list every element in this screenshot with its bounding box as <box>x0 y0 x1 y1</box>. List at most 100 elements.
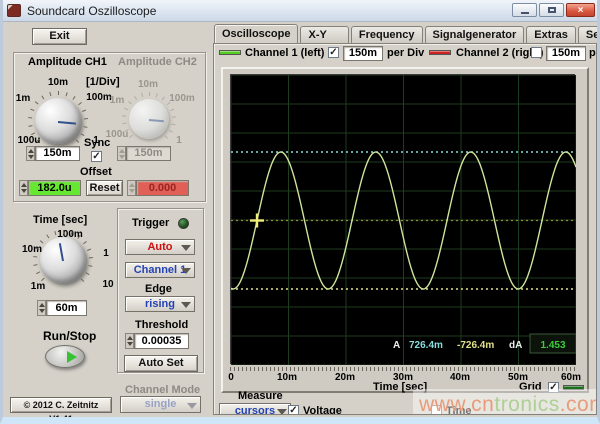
maximize-button[interactable] <box>539 3 564 17</box>
trigger-group: Trigger Auto Channel 1 Edge rising Thres… <box>117 208 204 373</box>
svg-text:726.4m: 726.4m <box>409 340 443 351</box>
channel1-per-div-value[interactable]: 150m <box>343 46 383 61</box>
x-tick-20m: 20m <box>335 372 355 383</box>
knob-label-1: 1 <box>99 248 113 259</box>
chevron-down-icon <box>181 268 191 274</box>
auto-set-button[interactable]: Auto Set <box>124 355 198 372</box>
offset-ch1-value[interactable]: 182.0u <box>28 180 81 196</box>
offset-label: Offset <box>80 166 112 178</box>
knob-label-1m: 1m <box>25 281 51 292</box>
measure-selector-value: cursors <box>235 405 275 415</box>
tab-signalgenerator[interactable]: Signalgenerator <box>425 26 525 43</box>
amplitude-ch2-title: Amplitude CH2 <box>118 56 197 68</box>
voltage-label: Voltage <box>303 405 342 415</box>
measure-selector-dropdown[interactable]: cursors <box>219 403 291 415</box>
edge-label: Edge <box>145 283 172 295</box>
channel2-per-div-value[interactable]: 150m <box>546 46 586 61</box>
waveform-canvas: A 726.4m -726.4m dA 1.453 <box>231 75 576 365</box>
watermark-text: www.cn <box>419 393 494 415</box>
amplitude-ch1-title: Amplitude CH1 <box>28 56 107 68</box>
trigger-edge-value: rising <box>145 298 175 310</box>
svg-text:dA: dA <box>509 340 522 351</box>
amplitude-ch1-knob[interactable] <box>35 98 81 144</box>
tab-bar: Oscilloscope X-Y Graph Frequency Signalg… <box>213 24 597 43</box>
x-tick-0: 0 <box>228 372 234 383</box>
amplitude-ch2-spinner <box>117 146 126 161</box>
amplitude-ch1-value[interactable]: 150m <box>35 146 80 161</box>
tab-frequency[interactable]: Frequency <box>351 26 423 43</box>
chevron-down-icon <box>277 409 287 415</box>
knob-label-10: 10 <box>97 279 119 290</box>
threshold-label: Threshold <box>135 319 188 331</box>
oscilloscope-page: Channel 1 (left) ✓ 150m per Div Channel … <box>213 43 597 415</box>
time-spinner[interactable] <box>37 300 46 316</box>
offset-ch2-value: 0.000 <box>136 180 189 196</box>
run-stop-button[interactable] <box>45 345 85 368</box>
per-div-label: per Div <box>589 47 597 59</box>
tab-extras[interactable]: Extras <box>526 26 576 43</box>
threshold-spinner[interactable] <box>125 333 134 349</box>
tab-oscilloscope[interactable]: Oscilloscope <box>214 24 298 43</box>
knob-pointer <box>58 121 76 125</box>
amplitude-ch2-knob <box>129 99 169 139</box>
minimize-icon <box>521 12 529 14</box>
per-div-label: per Div <box>387 47 424 59</box>
knob-label-1: 1 <box>173 135 185 146</box>
app-window: Soundcard Oszilloscope × Exit Amplitude … <box>0 0 600 424</box>
channel2-color-swatch <box>429 50 451 55</box>
chevron-down-icon <box>181 245 191 251</box>
trigger-led <box>178 218 189 229</box>
chevron-down-icon <box>187 403 197 409</box>
play-icon <box>67 351 77 363</box>
trigger-source-dropdown[interactable]: Channel 1 <box>125 262 195 278</box>
trigger-source-value: Channel 1 <box>134 264 187 276</box>
tab-control: Oscilloscope X-Y Graph Frequency Signalg… <box>213 24 597 415</box>
measure-title: Measure <box>238 390 283 402</box>
trigger-title: Trigger <box>132 217 169 229</box>
svg-text:1.453: 1.453 <box>540 340 565 351</box>
trigger-edge-dropdown[interactable]: rising <box>125 296 195 312</box>
x-tick-10m: 10m <box>277 372 297 383</box>
knob-label-1m: 1m <box>105 95 129 106</box>
channel2-checkbox[interactable] <box>531 47 542 58</box>
run-stop-label: Run/Stop <box>43 329 96 343</box>
channel1-color-swatch <box>219 50 241 55</box>
voltage-checkbox[interactable]: ✓ <box>288 405 299 415</box>
trigger-mode-dropdown[interactable]: Auto <box>125 239 195 255</box>
offset-ch1-spinner[interactable] <box>19 180 28 196</box>
tab-xy-graph[interactable]: X-Y Graph <box>300 26 348 43</box>
channel1-checkbox[interactable]: ✓ <box>328 47 339 58</box>
client-area: Exit Amplitude CH1 Amplitude CH2 [1/Div]… <box>3 22 597 417</box>
knob-label-100u: 100u <box>14 135 44 146</box>
watermark: www.cntronics.com <box>413 389 597 415</box>
threshold-value[interactable]: 0.00035 <box>134 333 189 349</box>
time-knob[interactable] <box>40 237 86 283</box>
x-tick-60m: 60m <box>561 372 581 383</box>
sync-checkbox[interactable]: ✓ <box>91 151 102 162</box>
offset-ch2-spinner <box>127 180 136 196</box>
copyright-box: © 2012 C. Zeitnitz V1.41 <box>10 397 112 413</box>
svg-text:-726.4m: -726.4m <box>457 340 494 351</box>
close-button[interactable]: × <box>566 3 595 17</box>
reset-button[interactable]: Reset <box>86 180 123 196</box>
tab-settings[interactable]: Settings <box>578 26 597 43</box>
time-title: Time [sec] <box>33 214 87 226</box>
amplitude-ch1-spinner[interactable] <box>26 146 35 161</box>
svg-text:A: A <box>393 340 400 351</box>
channel-mode-dropdown: single <box>120 396 201 413</box>
x-tick-40m: 40m <box>450 372 470 383</box>
amplitude-group: Amplitude CH1 Amplitude CH2 [1/Div] 10m … <box>13 52 206 202</box>
time-value[interactable]: 60m <box>46 300 87 316</box>
amplitude-unit: [1/Div] <box>86 76 120 88</box>
scope-plot[interactable]: A 726.4m -726.4m dA 1.453 <box>230 74 575 364</box>
knob-label-10m: 10m <box>44 77 72 88</box>
chevron-down-icon <box>181 302 191 308</box>
channel-mode-value: single <box>145 398 177 410</box>
amplitude-ch2-value: 150m <box>126 146 171 161</box>
knob-label-1m: 1m <box>12 93 34 104</box>
window-title: Soundcard Oszilloscope <box>27 4 156 18</box>
minimize-button[interactable] <box>512 3 537 17</box>
watermark-text: tronics <box>494 393 559 415</box>
exit-button[interactable]: Exit <box>32 28 87 45</box>
knob-label-10m: 10m <box>134 79 162 90</box>
